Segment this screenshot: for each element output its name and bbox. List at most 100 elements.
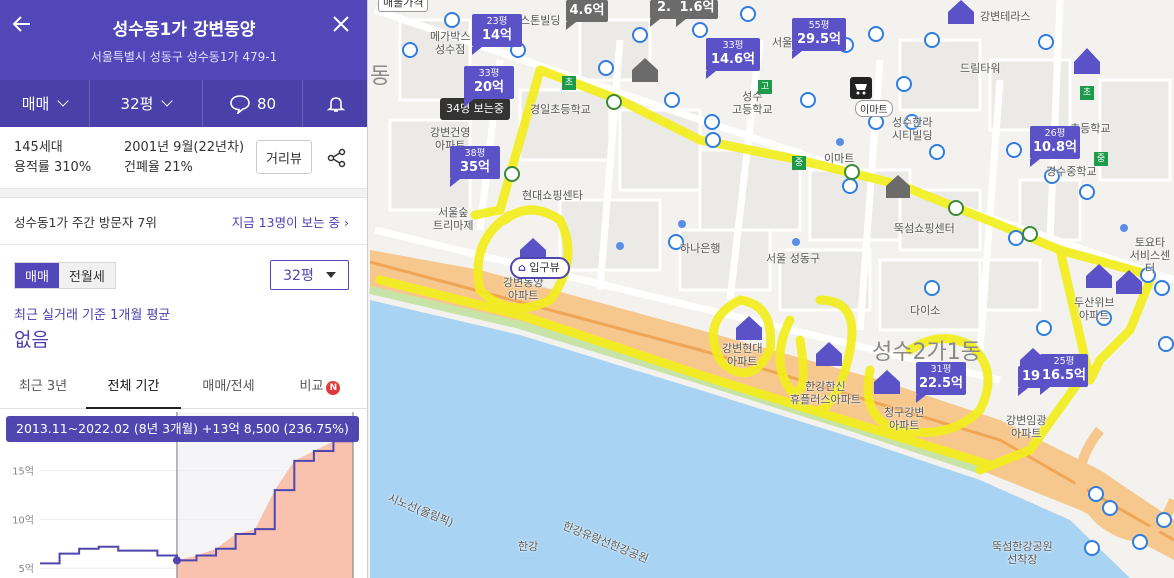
area-label: 32평 xyxy=(120,95,154,113)
compare-label: 비교 xyxy=(299,379,324,394)
school-icon[interactable]: 중 xyxy=(792,156,806,170)
marker-price: 14.6억 xyxy=(710,52,756,67)
marker-size: 33평 xyxy=(478,68,500,79)
tab-recent-3y[interactable]: 최근 3년 xyxy=(0,369,86,409)
marker-price: 10.8억 xyxy=(1032,140,1078,155)
top-price-chip[interactable]: 매물가격 xyxy=(378,0,429,12)
area-select-value: 32평 xyxy=(283,268,314,284)
marker-size: 38평 xyxy=(464,148,486,159)
marker-price: 22.5억 xyxy=(918,376,964,391)
tab-sale-jeonse[interactable]: 매매/전세 xyxy=(181,369,276,409)
price-marker[interactable]: 33평 14.6억 xyxy=(706,38,760,79)
marker-price: 1.6억 xyxy=(679,0,715,15)
data-point xyxy=(172,556,181,565)
trade-type-toggle: 매매 전월세 xyxy=(14,262,116,289)
comments-button[interactable]: 80 xyxy=(203,80,303,127)
marker-price: 16.5억 xyxy=(1041,368,1087,383)
back-arrow-icon[interactable] xyxy=(10,12,34,36)
marker-price: 35억 xyxy=(459,160,491,175)
address-text: 서울특별시 성동구 성수동1가 479-1 xyxy=(90,50,278,64)
close-icon[interactable] xyxy=(330,13,352,35)
households-text: 145세대 xyxy=(14,140,63,155)
comment-bubble-icon xyxy=(230,94,250,114)
built-year-text: 2001년 9월(22년차) xyxy=(124,140,245,155)
tab-all-period[interactable]: 전체 기간 xyxy=(86,369,181,409)
entrance-view-label: 입구뷰 xyxy=(529,261,560,274)
price-marker[interactable]: 1.6억 xyxy=(676,0,718,27)
marker-price: 14억 xyxy=(481,28,513,43)
map-label: 서울 성동구 xyxy=(766,252,821,265)
y-tick-label: 15억 xyxy=(12,466,34,478)
map-label: 강변동양 아파트 xyxy=(503,276,544,302)
marker-size: 33평 xyxy=(722,40,744,51)
mart-icon[interactable] xyxy=(850,77,872,99)
map-label: 다이소 xyxy=(910,304,941,317)
price-marker[interactable]: 31평 22.5억 xyxy=(916,362,966,403)
price-marker[interactable]: 26평 10.8억 xyxy=(1030,126,1080,167)
price-marker[interactable]: 23평 14억 xyxy=(472,14,522,55)
caret-down-icon xyxy=(325,272,336,278)
marker-price: 2. xyxy=(657,0,671,15)
comments-count: 80 xyxy=(256,94,277,113)
school-icon[interactable]: 초 xyxy=(562,76,576,90)
price-marker[interactable]: 33평 20억 xyxy=(464,66,514,107)
toggle-sale[interactable]: 매매 xyxy=(15,263,59,288)
tab-compare[interactable]: 비교 N xyxy=(280,369,360,409)
far-text: 용적률 310% xyxy=(14,160,92,175)
page-title: 성수동1가 강변동양 xyxy=(112,20,256,40)
share-icon[interactable] xyxy=(326,147,348,169)
map-label: 강변임광 아파트 xyxy=(1006,414,1047,440)
chevron-down-icon xyxy=(161,95,174,107)
deal-type-label: 매매 xyxy=(21,95,50,113)
school-icon[interactable]: 중 xyxy=(1094,152,1108,166)
map-label: 강변현대 아파트 xyxy=(722,342,763,368)
bell-icon xyxy=(326,96,345,112)
now-viewing-link[interactable]: 지금 13명이 보는 중 › xyxy=(232,212,349,231)
map-label: 성수한라 시티빌딩 xyxy=(892,116,933,142)
marker-price: 29.5억 xyxy=(796,32,842,47)
weekly-visitor-rank: 성수동1가 주간 방문자 7위 xyxy=(14,215,157,230)
area-dropdown[interactable]: 32평 xyxy=(90,80,203,127)
price-marker[interactable]: 25평 16.5억 xyxy=(1040,354,1088,395)
y-tick-label: 10억 xyxy=(12,514,34,526)
map-label: 하나은행 xyxy=(680,242,721,255)
school-icon[interactable]: 초 xyxy=(1080,86,1094,100)
map-label: 강변테라스 xyxy=(980,10,1031,23)
marker-price: 4.6억 xyxy=(569,3,605,18)
area-select[interactable]: 32평 xyxy=(270,260,349,290)
map-label: 서울숲 트리마제 xyxy=(433,206,474,232)
app-root: 매물가격 스톤빌딩 메가박스 성수점 강변건영 아파트 경일초등학교 현대쇼핑센… xyxy=(0,0,1174,578)
chevron-down-icon xyxy=(57,95,69,107)
toggle-jeonse[interactable]: 전월세 xyxy=(58,263,115,288)
map-label: 경일초등학교 xyxy=(530,103,591,116)
map-label: 한강한신 휴플러스아파트 xyxy=(790,380,861,406)
price-marker[interactable]: 4.6억 xyxy=(566,0,608,30)
viewers-badge: 34명 보는중 xyxy=(440,98,510,120)
map-label: 현대쇼핑센타 xyxy=(522,189,583,202)
district-label: 동 xyxy=(370,64,391,89)
road-view-button[interactable]: 거리뷰 xyxy=(256,140,312,174)
map-label: 두산위브 아파트 xyxy=(1074,296,1115,322)
price-marker[interactable]: 55평 29.5억 xyxy=(792,18,846,59)
period-tabs: 최근 3년 전체 기간 매매/전세 비교 N xyxy=(0,369,367,409)
chart-range-tooltip: 2013.11~2022.02 (8년 3개월) +13억 8,500 (236… xyxy=(6,416,359,442)
section-divider xyxy=(0,188,367,198)
map-label: 메가박스 성수점 xyxy=(430,30,471,56)
price-marker[interactable]: 2. xyxy=(650,0,678,27)
price-marker[interactable]: 38평 35억 xyxy=(450,146,500,187)
new-badge: N xyxy=(326,381,341,395)
home-icon: ⌂ xyxy=(518,261,526,274)
deal-type-dropdown[interactable]: 매매 xyxy=(0,80,90,127)
map-label: 뚝섬쇼핑센터 xyxy=(894,222,955,235)
marker-size: 26평 xyxy=(1044,128,1066,139)
marker-size: 55평 xyxy=(808,20,830,31)
detail-panel: 성수동1가 강변동양 서울특별시 성동구 성수동1가 479-1 매매 32평 … xyxy=(0,0,368,578)
map-label: 청구강변 아파트 xyxy=(884,406,925,432)
map-label: 스톤빌딩 xyxy=(520,14,561,27)
school-icon[interactable]: 고 xyxy=(758,80,772,94)
map-label: 이마트 xyxy=(824,152,855,165)
entrance-view-button[interactable]: ⌂ 입구뷰 xyxy=(510,257,570,279)
notification-button[interactable] xyxy=(303,80,367,127)
divider xyxy=(0,244,367,245)
marker-size: 25평 xyxy=(1053,356,1075,367)
